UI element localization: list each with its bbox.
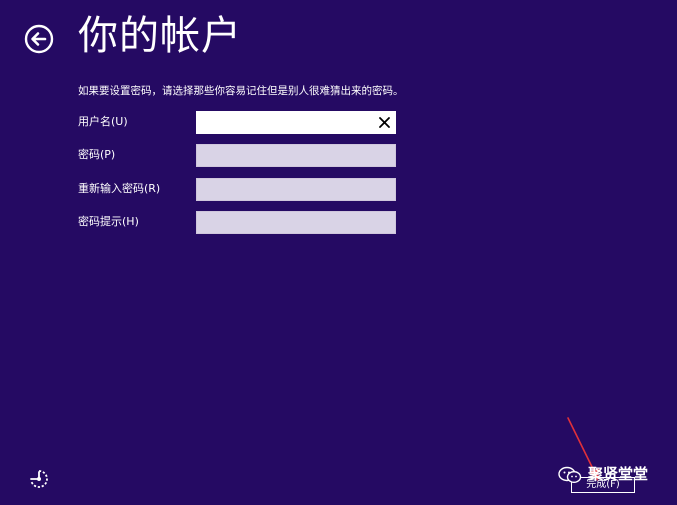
password-hint-label: 密码提示(H)	[78, 215, 139, 228]
watermark-text: 聚贤堂堂	[588, 465, 649, 483]
back-button[interactable]	[24, 24, 54, 54]
username-input[interactable]	[196, 111, 396, 134]
password-label: 密码(P)	[78, 148, 116, 161]
reenter-password-label: 重新输入密码(R)	[78, 182, 161, 195]
password-input[interactable]	[196, 144, 396, 167]
back-arrow-icon	[24, 24, 54, 54]
page-title: 你的帐户	[78, 13, 242, 59]
reenter-password-row: 重新输入密码(R)	[78, 178, 398, 202]
watermark: 聚贤堂堂	[558, 462, 668, 486]
username-row: 用户名(U)	[78, 111, 398, 135]
reenter-password-input[interactable]	[196, 178, 396, 201]
clear-username-button[interactable]	[375, 113, 394, 132]
close-icon	[379, 117, 390, 128]
ease-of-access-button[interactable]	[28, 468, 50, 490]
ease-of-access-icon	[30, 470, 48, 488]
password-hint-row: 密码提示(H)	[78, 211, 398, 235]
instruction-text: 如果要设置密码，请选择那些你容易记住但是别人很难猜出来的密码。	[78, 85, 404, 97]
username-label: 用户名(U)	[78, 115, 128, 128]
password-row: 密码(P)	[78, 144, 398, 168]
password-hint-input[interactable]	[196, 211, 396, 234]
wechat-icon	[558, 466, 582, 484]
